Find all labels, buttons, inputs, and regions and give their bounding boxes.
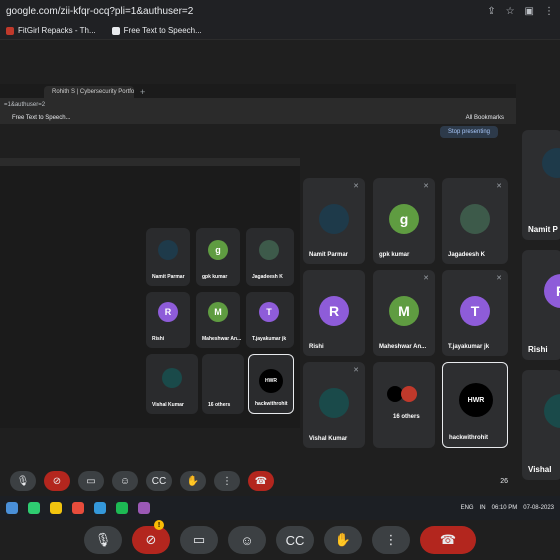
avatar: R	[544, 274, 560, 308]
raise-hand-button[interactable]: ✋	[324, 526, 362, 554]
avatar	[319, 388, 349, 418]
avatar: g	[208, 240, 228, 260]
tile-namit-cut: Namit P	[522, 130, 560, 240]
avatar	[544, 394, 560, 428]
present-icon[interactable]: ▭	[78, 471, 104, 491]
avatar: R	[319, 296, 349, 326]
bookmark-favicon	[6, 26, 14, 35]
mic-off-icon: ✕	[496, 275, 502, 282]
clock-date: 07-08-2023	[523, 505, 554, 511]
start-icon[interactable]	[6, 502, 18, 514]
warning-badge: !	[154, 520, 164, 530]
camera-button[interactable]: ⊘!	[132, 520, 170, 554]
menu-icon[interactable]: ⋮	[544, 6, 554, 17]
bookmark-tts[interactable]: Free Text to Speech...	[111, 26, 202, 35]
avatar: T	[259, 302, 279, 322]
nested-screen-share: Namit Parmar g gpk kumar Jagadeesh K R R…	[0, 158, 300, 428]
avatar	[158, 240, 178, 260]
avatar	[259, 240, 279, 260]
taskbar: ENG IN 06:10 PM 07-08-2023	[0, 496, 560, 520]
spotify-icon[interactable]	[116, 502, 128, 514]
presented-tab: Rohith S | Cybersecurity Portfolio + =1&…	[0, 84, 516, 140]
end-call-button[interactable]: ☎	[248, 471, 274, 491]
captions-icon[interactable]: CC	[146, 471, 172, 491]
folder-icon[interactable]	[50, 502, 62, 514]
presented-bookmark: Free Text to Speech...	[12, 115, 71, 121]
edge-icon[interactable]	[94, 502, 106, 514]
avatar: g	[389, 204, 419, 234]
avatar: M	[389, 296, 419, 326]
avatar	[319, 204, 349, 234]
region-indicator: IN	[479, 505, 486, 511]
new-tab-icon[interactable]: +	[140, 86, 145, 98]
avatar: T	[460, 296, 490, 326]
tile-gpk: ✕ g gpk kumar	[373, 178, 435, 264]
avatar	[460, 204, 490, 234]
lang-indicator[interactable]: ENG	[461, 505, 474, 511]
share-icon[interactable]: ⇪	[487, 6, 495, 17]
mic-off-icon: ✕	[496, 183, 502, 190]
mic-icon[interactable]: 🎙	[10, 471, 36, 491]
shared-meet-controls: 🎙 ⊘ ▭ ☺ CC ✋ ⋮ ☎ 26	[0, 466, 516, 496]
camera-off-icon[interactable]: ⊘	[44, 471, 70, 491]
browser-address-bar[interactable]: google.com/zii-kfqr-ocq?pli=1&authuser=2…	[0, 0, 560, 22]
tile-vishal: ✕ Vishal Kumar	[303, 362, 365, 448]
mic-button[interactable]: 🎙	[84, 526, 122, 554]
nested-tile-others: 16 others	[202, 354, 244, 414]
mic-off-icon: ✕	[353, 367, 359, 374]
avatar	[401, 386, 417, 402]
avatar: HWR	[259, 369, 283, 393]
app-icon[interactable]	[138, 502, 150, 514]
presented-tab-title[interactable]: Rohith S | Cybersecurity Portfolio	[44, 86, 134, 98]
emoji-icon[interactable]: ☺	[112, 471, 138, 491]
mic-off-icon: ✕	[423, 183, 429, 190]
nested-tile-tjaya: T T.jayakumar jk	[246, 292, 294, 348]
more-icon[interactable]: ⋮	[214, 471, 240, 491]
captions-button[interactable]: CC	[276, 526, 314, 554]
avatar: M	[208, 302, 228, 322]
tile-jagadeesh: ✕ Jagadeesh K	[442, 178, 508, 264]
tile-others[interactable]: 16 others	[373, 362, 435, 448]
nested-tile-gpk: g gpk kumar	[196, 228, 240, 286]
star-icon[interactable]: ☆	[506, 6, 515, 17]
nested-tile-hack: HWR hackwithrohit	[248, 354, 294, 414]
leave-call-button[interactable]: ☎	[420, 526, 476, 554]
avatar	[162, 368, 182, 388]
nested-tile-rishi: R Rishi	[146, 292, 190, 348]
bookmark-fitgirl[interactable]: FitGirl Repacks - Th...	[6, 26, 96, 35]
people-count: 26	[500, 477, 508, 485]
tile-tjaya: ✕ T T.jayakumar jk	[442, 270, 508, 356]
mic-off-icon: ✕	[423, 275, 429, 282]
clock-time[interactable]: 06:10 PM	[492, 505, 518, 511]
stop-presenting-button[interactable]: Stop presenting	[439, 126, 498, 138]
avatar	[542, 148, 560, 178]
nested-tile-jagadeesh: Jagadeesh K	[246, 228, 294, 286]
avatar: HWR	[459, 383, 493, 417]
present-button[interactable]: ▭	[180, 526, 218, 554]
url-text[interactable]: google.com/zii-kfqr-ocq?pli=1&authuser=2	[6, 6, 193, 17]
chrome-icon[interactable]	[72, 502, 84, 514]
tile-maheshwar: ✕ M Maheshwar An...	[373, 270, 435, 356]
tile-rishi: R Rishi	[303, 270, 365, 356]
nested-tile-vishal: Vishal Kumar	[146, 354, 198, 414]
presented-url: =1&authuser=2	[0, 98, 516, 112]
tile-hack: HWR hackwithrohit	[442, 362, 508, 448]
more-options-button[interactable]: ⋮	[372, 526, 410, 554]
extension-icon[interactable]: ▣	[525, 6, 534, 17]
bookmarks-bar: FitGirl Repacks - Th... Free Text to Spe…	[0, 22, 560, 40]
tile-namit: ✕ Namit Parmar	[303, 178, 365, 264]
nested-tile-namit: Namit Parmar	[146, 228, 190, 286]
hand-icon[interactable]: ✋	[180, 471, 206, 491]
avatar: R	[158, 302, 178, 322]
emoji-button[interactable]: ☺	[228, 526, 266, 554]
all-bookmarks: All Bookmarks	[465, 115, 504, 121]
meet-controls: 🎙 ⊘! ▭ ☺ CC ✋ ⋮ ☎	[0, 520, 560, 560]
mic-off-icon: ✕	[353, 183, 359, 190]
bookmark-favicon	[111, 26, 120, 35]
tile-vishal-cut: Vishal	[522, 370, 560, 480]
tile-rishi-cut: R Rishi	[522, 250, 560, 360]
whatsapp-icon[interactable]	[28, 502, 40, 514]
nested-tile-maheshwar: M Maheshwar An...	[196, 292, 241, 348]
